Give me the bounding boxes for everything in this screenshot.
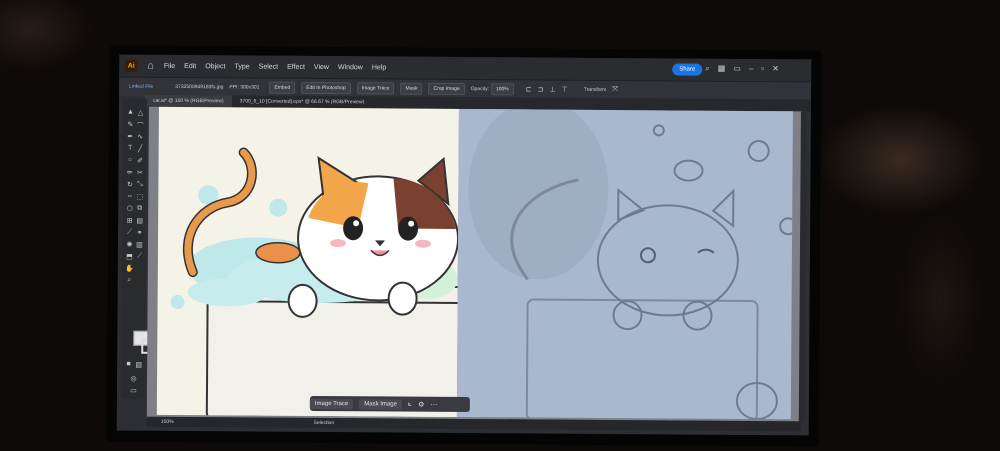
traced-cat-illustration[interactable] [457, 99, 798, 423]
menu-type[interactable]: Type [234, 63, 249, 70]
workspace-icon[interactable]: ▭ [733, 64, 741, 74]
scale-icon[interactable]: ⤡ [135, 181, 144, 189]
opacity-label: Opacity: [470, 86, 489, 93]
draw-mode-icon[interactable]: ◎ [129, 375, 138, 383]
search-icon[interactable]: ⌕ [705, 64, 710, 74]
screen-mode-icon[interactable]: ▭ [129, 387, 138, 395]
menu-window[interactable]: Window [338, 64, 363, 71]
menu-view[interactable]: View [314, 63, 329, 70]
align-icon[interactable]: ⊐ [538, 86, 544, 94]
free-transform-icon[interactable]: ⬚ [135, 193, 144, 201]
illustrator-window: Ai ⌂ File Edit Object Type Select Effect… [116, 54, 812, 436]
menu-effect[interactable]: Effect [287, 63, 305, 70]
window-controls: ⌕ ▦ ▭ – ▫ ✕ [705, 64, 779, 75]
pen-tool-icon[interactable]: ✒ [126, 133, 135, 141]
line-tool-icon[interactable]: ╱ [136, 145, 145, 153]
menu-file[interactable]: File [164, 62, 175, 69]
arrange-icon[interactable]: ▦ [718, 64, 726, 74]
maximize-icon[interactable]: ▫ [761, 64, 764, 74]
menu-object[interactable]: Object [205, 63, 225, 70]
more-icon[interactable]: ⋯ [430, 400, 437, 408]
paintbrush-icon[interactable]: ✐ [136, 157, 145, 165]
direct-selection-tool-icon[interactable]: △ [136, 109, 145, 117]
float-image-trace-button[interactable]: Image Trace [309, 398, 354, 409]
settings-icon[interactable]: ⚙ [418, 400, 424, 408]
eyedropper-icon[interactable]: ⟋ [125, 229, 134, 237]
menu-edit[interactable]: Edit [184, 63, 196, 70]
image-trace-button[interactable]: Image Trace [356, 82, 395, 95]
app-logo: Ai [125, 59, 138, 72]
transform-label[interactable]: Transform [584, 87, 607, 93]
filename-label: 3732500949183fs.jpg [175, 83, 224, 91]
symbol-sprayer-icon[interactable]: ✺ [125, 241, 134, 249]
pencil-icon[interactable]: ✏ [125, 169, 134, 177]
tools-panel: ▲ △ ✎ ⌒ ✒ ∿ T ╱ ○ ✐ ✏ ✂ ↻ ⤡ ⇔ ⬚ ⬡ ⧉ ⊞ ▤ … [120, 98, 157, 399]
menu-help[interactable]: Help [372, 64, 386, 71]
zoom-icon[interactable]: ⌕ [125, 277, 134, 285]
align-icon[interactable]: ⊥ [549, 86, 555, 94]
gradient-icon[interactable]: ▤ [135, 217, 144, 225]
gradient-mode-icon[interactable]: ▧ [134, 361, 143, 369]
contextual-task-bar: Image Trace Mask Image ⟀ ⚙ ⋯ [309, 395, 470, 413]
menu-select[interactable]: Select [259, 63, 279, 70]
embed-button[interactable]: Embed [269, 81, 296, 94]
close-icon[interactable]: ✕ [772, 64, 779, 74]
crop-icon[interactable]: ⟀ [408, 400, 412, 408]
share-button[interactable]: Share [672, 63, 703, 76]
mask-button[interactable]: Mask [400, 82, 423, 95]
transform-icon[interactable]: ⤧ [612, 86, 618, 94]
distribute-icon[interactable]: ⊤ [562, 86, 568, 94]
ppi-label: PPI: 300x301 [229, 84, 260, 91]
ellipse-tool-icon[interactable]: ○ [126, 157, 135, 164]
selection-tool-icon[interactable]: ▲ [126, 109, 135, 116]
mask-image-button[interactable]: Mask Image [359, 398, 402, 410]
status-mode: Selection [313, 419, 335, 427]
rotate-icon[interactable]: ↻ [125, 181, 134, 189]
zoom-level[interactable]: 150% [161, 419, 174, 425]
opacity-field[interactable]: 100% [490, 83, 514, 96]
crop-image-button[interactable]: Crop Image [428, 82, 465, 96]
home-icon[interactable]: ⌂ [147, 60, 154, 72]
edit-in-photoshop-button[interactable]: Edit In Photoshop [301, 81, 351, 95]
slice-icon[interactable]: ⟋ [135, 253, 144, 261]
artboard-traced[interactable] [456, 99, 798, 423]
perspective-icon[interactable]: ⧉ [135, 205, 144, 213]
artboard-icon[interactable]: ⬒ [125, 253, 134, 261]
minimize-icon[interactable]: – [749, 64, 754, 74]
artboard-cat[interactable] [156, 106, 478, 420]
color-mode-icon[interactable]: ■ [124, 361, 133, 368]
cat-illustration[interactable] [157, 107, 478, 420]
magic-wand-icon[interactable]: ✎ [126, 121, 135, 129]
canvas[interactable] [146, 99, 803, 423]
tab-cat[interactable]: cat.ai* @ 150 % (RGB/Preview) [144, 94, 232, 108]
type-tool-icon[interactable]: T [126, 145, 135, 152]
curvature-icon[interactable]: ∿ [136, 133, 145, 141]
linked-file-label[interactable]: Linked File [129, 84, 153, 90]
mesh-icon[interactable]: ⊞ [125, 217, 134, 225]
shape-builder-icon[interactable]: ⬡ [125, 205, 134, 213]
lasso-icon[interactable]: ⌒ [136, 121, 145, 131]
vertical-scrollbar[interactable] [798, 111, 807, 422]
hand-icon[interactable]: ✋ [125, 265, 134, 273]
width-tool-icon[interactable]: ⇔ [125, 193, 134, 200]
align-icon[interactable]: ⊏ [526, 85, 532, 93]
eraser-icon[interactable]: ✂ [135, 169, 144, 177]
tab-converted[interactable]: 3700_6_10 [Converted].eps* @ 66.67 % (RG… [232, 98, 373, 105]
blend-icon[interactable]: ⚭ [135, 229, 144, 237]
graph-icon[interactable]: ▥ [135, 241, 144, 249]
main-menu: File Edit Object Type Select Effect View… [164, 62, 386, 71]
